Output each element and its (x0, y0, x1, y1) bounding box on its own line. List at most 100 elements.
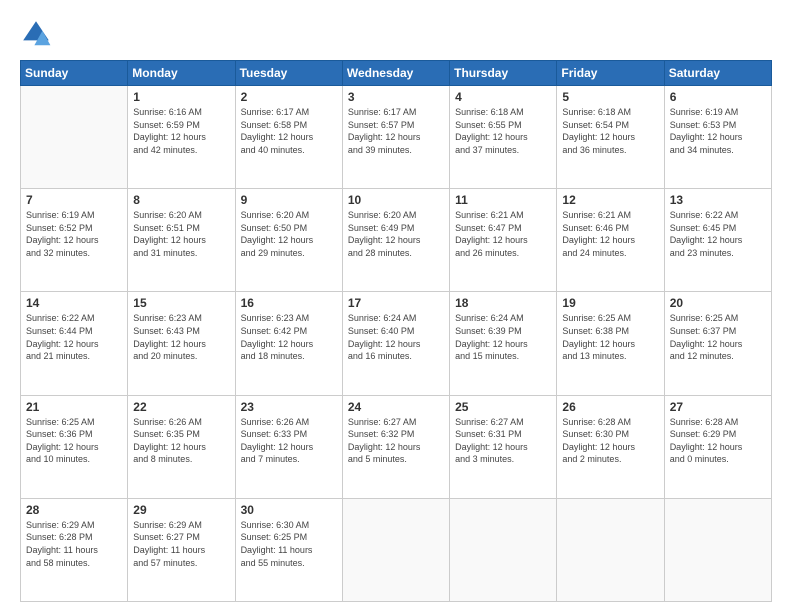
calendar-week-4: 21 Sunrise: 6:25 AM Sunset: 6:36 PM Dayli… (21, 395, 772, 498)
day-number: 6 (670, 90, 766, 104)
calendar-header-monday: Monday (128, 61, 235, 86)
day-info: Sunrise: 6:25 AM Sunset: 6:38 PM Dayligh… (562, 312, 658, 362)
day-info: Sunrise: 6:17 AM Sunset: 6:57 PM Dayligh… (348, 106, 444, 156)
calendar-cell: 21 Sunrise: 6:25 AM Sunset: 6:36 PM Dayli… (21, 395, 128, 498)
day-info: Sunrise: 6:22 AM Sunset: 6:45 PM Dayligh… (670, 209, 766, 259)
day-info: Sunrise: 6:29 AM Sunset: 6:28 PM Dayligh… (26, 519, 122, 569)
day-number: 11 (455, 193, 551, 207)
day-info: Sunrise: 6:21 AM Sunset: 6:46 PM Dayligh… (562, 209, 658, 259)
day-info: Sunrise: 6:24 AM Sunset: 6:39 PM Dayligh… (455, 312, 551, 362)
day-info: Sunrise: 6:26 AM Sunset: 6:33 PM Dayligh… (241, 416, 337, 466)
day-info: Sunrise: 6:19 AM Sunset: 6:53 PM Dayligh… (670, 106, 766, 156)
day-number: 25 (455, 400, 551, 414)
header (20, 18, 772, 50)
calendar-header-tuesday: Tuesday (235, 61, 342, 86)
day-info: Sunrise: 6:28 AM Sunset: 6:30 PM Dayligh… (562, 416, 658, 466)
calendar-cell: 6 Sunrise: 6:19 AM Sunset: 6:53 PM Daylig… (664, 86, 771, 189)
day-number: 13 (670, 193, 766, 207)
calendar-cell: 9 Sunrise: 6:20 AM Sunset: 6:50 PM Daylig… (235, 189, 342, 292)
day-info: Sunrise: 6:23 AM Sunset: 6:43 PM Dayligh… (133, 312, 229, 362)
calendar-header-wednesday: Wednesday (342, 61, 449, 86)
calendar-cell: 1 Sunrise: 6:16 AM Sunset: 6:59 PM Daylig… (128, 86, 235, 189)
day-info: Sunrise: 6:22 AM Sunset: 6:44 PM Dayligh… (26, 312, 122, 362)
logo (20, 18, 56, 50)
calendar-week-3: 14 Sunrise: 6:22 AM Sunset: 6:44 PM Dayli… (21, 292, 772, 395)
day-info: Sunrise: 6:27 AM Sunset: 6:31 PM Dayligh… (455, 416, 551, 466)
logo-icon (20, 18, 52, 50)
day-info: Sunrise: 6:18 AM Sunset: 6:55 PM Dayligh… (455, 106, 551, 156)
day-info: Sunrise: 6:20 AM Sunset: 6:51 PM Dayligh… (133, 209, 229, 259)
day-info: Sunrise: 6:20 AM Sunset: 6:50 PM Dayligh… (241, 209, 337, 259)
day-number: 19 (562, 296, 658, 310)
day-info: Sunrise: 6:25 AM Sunset: 6:37 PM Dayligh… (670, 312, 766, 362)
calendar-cell: 8 Sunrise: 6:20 AM Sunset: 6:51 PM Daylig… (128, 189, 235, 292)
calendar-cell: 10 Sunrise: 6:20 AM Sunset: 6:49 PM Dayli… (342, 189, 449, 292)
calendar-cell: 4 Sunrise: 6:18 AM Sunset: 6:55 PM Daylig… (450, 86, 557, 189)
calendar-cell (342, 498, 449, 601)
day-info: Sunrise: 6:16 AM Sunset: 6:59 PM Dayligh… (133, 106, 229, 156)
calendar-cell: 26Sunrise: 6:28 AM Sunset: 6:30 PM Dayli… (557, 395, 664, 498)
day-number: 18 (455, 296, 551, 310)
calendar-cell: 19 Sunrise: 6:25 AM Sunset: 6:38 PM Dayli… (557, 292, 664, 395)
day-number: 7 (26, 193, 122, 207)
day-info: Sunrise: 6:18 AM Sunset: 6:54 PM Dayligh… (562, 106, 658, 156)
calendar-cell (557, 498, 664, 601)
calendar-cell (21, 86, 128, 189)
calendar-cell: 5Sunrise: 6:18 AM Sunset: 6:54 PM Daylig… (557, 86, 664, 189)
day-number: 27 (670, 400, 766, 414)
calendar-cell: 23 Sunrise: 6:26 AM Sunset: 6:33 PM Dayli… (235, 395, 342, 498)
day-info: Sunrise: 6:21 AM Sunset: 6:47 PM Dayligh… (455, 209, 551, 259)
day-number: 14 (26, 296, 122, 310)
day-info: Sunrise: 6:29 AM Sunset: 6:27 PM Dayligh… (133, 519, 229, 569)
calendar-cell: 28 Sunrise: 6:29 AM Sunset: 6:28 PM Dayli… (21, 498, 128, 601)
calendar-header-sunday: Sunday (21, 61, 128, 86)
calendar-cell: 24 Sunrise: 6:27 AM Sunset: 6:32 PM Dayli… (342, 395, 449, 498)
calendar-cell: 14 Sunrise: 6:22 AM Sunset: 6:44 PM Dayli… (21, 292, 128, 395)
day-number: 30 (241, 503, 337, 517)
day-number: 21 (26, 400, 122, 414)
calendar-cell: 15Sunrise: 6:23 AM Sunset: 6:43 PM Dayli… (128, 292, 235, 395)
day-number: 12 (562, 193, 658, 207)
day-number: 29 (133, 503, 229, 517)
calendar-week-5: 28 Sunrise: 6:29 AM Sunset: 6:28 PM Dayli… (21, 498, 772, 601)
day-number: 28 (26, 503, 122, 517)
calendar-week-1: 1 Sunrise: 6:16 AM Sunset: 6:59 PM Daylig… (21, 86, 772, 189)
calendar-header-saturday: Saturday (664, 61, 771, 86)
day-info: Sunrise: 6:25 AM Sunset: 6:36 PM Dayligh… (26, 416, 122, 466)
calendar-cell: 12 Sunrise: 6:21 AM Sunset: 6:46 PM Dayli… (557, 189, 664, 292)
day-number: 24 (348, 400, 444, 414)
calendar-cell: 3 Sunrise: 6:17 AM Sunset: 6:57 PM Daylig… (342, 86, 449, 189)
calendar-cell: 22 Sunrise: 6:26 AM Sunset: 6:35 PM Dayli… (128, 395, 235, 498)
day-info: Sunrise: 6:27 AM Sunset: 6:32 PM Dayligh… (348, 416, 444, 466)
calendar-header-row: SundayMondayTuesdayWednesdayThursdayFrid… (21, 61, 772, 86)
day-number: 16 (241, 296, 337, 310)
calendar-cell: 29 Sunrise: 6:29 AM Sunset: 6:27 PM Dayli… (128, 498, 235, 601)
day-info: Sunrise: 6:24 AM Sunset: 6:40 PM Dayligh… (348, 312, 444, 362)
calendar-week-2: 7 Sunrise: 6:19 AM Sunset: 6:52 PM Daylig… (21, 189, 772, 292)
day-info: Sunrise: 6:30 AM Sunset: 6:25 PM Dayligh… (241, 519, 337, 569)
calendar-cell: 13 Sunrise: 6:22 AM Sunset: 6:45 PM Dayli… (664, 189, 771, 292)
day-number: 3 (348, 90, 444, 104)
day-number: 2 (241, 90, 337, 104)
calendar-cell: 7 Sunrise: 6:19 AM Sunset: 6:52 PM Daylig… (21, 189, 128, 292)
day-info: Sunrise: 6:26 AM Sunset: 6:35 PM Dayligh… (133, 416, 229, 466)
day-number: 4 (455, 90, 551, 104)
calendar-cell (664, 498, 771, 601)
day-number: 23 (241, 400, 337, 414)
day-info: Sunrise: 6:23 AM Sunset: 6:42 PM Dayligh… (241, 312, 337, 362)
day-info: Sunrise: 6:20 AM Sunset: 6:49 PM Dayligh… (348, 209, 444, 259)
calendar-cell: 11 Sunrise: 6:21 AM Sunset: 6:47 PM Dayli… (450, 189, 557, 292)
day-number: 1 (133, 90, 229, 104)
calendar-cell: 27 Sunrise: 6:28 AM Sunset: 6:29 PM Dayli… (664, 395, 771, 498)
day-number: 9 (241, 193, 337, 207)
day-number: 10 (348, 193, 444, 207)
day-info: Sunrise: 6:28 AM Sunset: 6:29 PM Dayligh… (670, 416, 766, 466)
day-number: 17 (348, 296, 444, 310)
day-info: Sunrise: 6:17 AM Sunset: 6:58 PM Dayligh… (241, 106, 337, 156)
calendar-cell: 25 Sunrise: 6:27 AM Sunset: 6:31 PM Dayli… (450, 395, 557, 498)
calendar-cell (450, 498, 557, 601)
calendar-header-friday: Friday (557, 61, 664, 86)
day-number: 22 (133, 400, 229, 414)
day-number: 8 (133, 193, 229, 207)
day-info: Sunrise: 6:19 AM Sunset: 6:52 PM Dayligh… (26, 209, 122, 259)
